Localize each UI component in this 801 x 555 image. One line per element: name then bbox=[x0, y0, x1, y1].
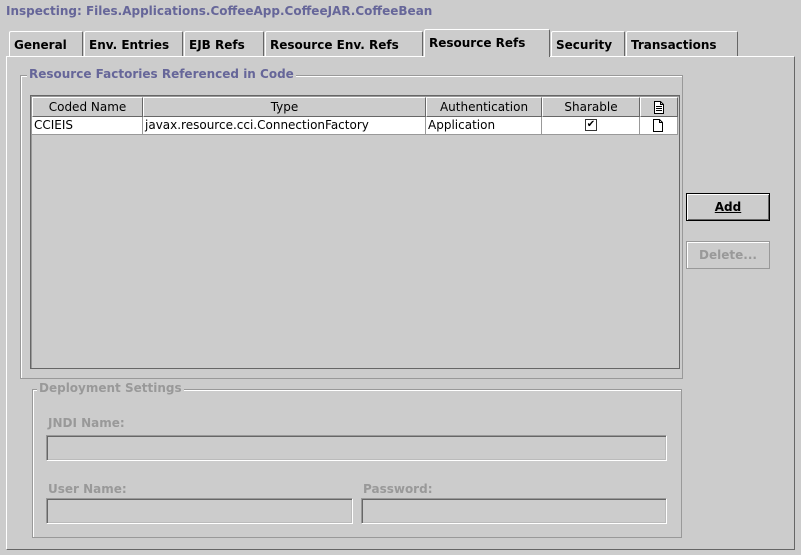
table-row[interactable]: CCIEIS javax.resource.cci.ConnectionFact… bbox=[32, 117, 678, 135]
delete-button-label: Delete... bbox=[699, 248, 757, 262]
tab-security[interactable]: Security bbox=[551, 31, 625, 56]
tab-resource-refs[interactable]: Resource Refs bbox=[424, 29, 550, 57]
resource-factories-title: Resource Factories Referenced in Code bbox=[27, 67, 296, 81]
sharable-checkbox[interactable]: ✔ bbox=[585, 119, 597, 131]
cell-sharable: ✔ bbox=[542, 117, 640, 135]
inspecting-path: Inspecting: Files.Applications.CoffeeApp… bbox=[6, 4, 433, 18]
password-label: Password: bbox=[363, 482, 433, 496]
tab-transactions[interactable]: Transactions bbox=[626, 31, 738, 56]
column-header-sharable[interactable]: Sharable bbox=[542, 97, 640, 117]
table-header: Coded Name Type Authentication Sharable bbox=[32, 97, 678, 117]
resource-refs-table[interactable]: Coded Name Type Authentication Sharable … bbox=[30, 95, 680, 369]
user-name-label: User Name: bbox=[48, 482, 127, 496]
tab-env-entries[interactable]: Env. Entries bbox=[84, 31, 183, 56]
column-header-document[interactable] bbox=[640, 97, 678, 117]
delete-button[interactable]: Delete... bbox=[686, 241, 770, 269]
cell-authentication[interactable]: Application bbox=[426, 117, 542, 135]
password-field[interactable] bbox=[361, 498, 667, 524]
column-header-coded-name[interactable]: Coded Name bbox=[32, 97, 143, 117]
jndi-name-label: JNDI Name: bbox=[48, 416, 125, 430]
deployment-settings-title: Deployment Settings bbox=[37, 381, 184, 395]
user-name-field[interactable] bbox=[46, 498, 353, 524]
tab-general[interactable]: General bbox=[9, 31, 83, 56]
column-header-authentication[interactable]: Authentication bbox=[426, 97, 542, 117]
table-body: CCIEIS javax.resource.cci.ConnectionFact… bbox=[32, 117, 678, 367]
cell-coded-name[interactable]: CCIEIS bbox=[32, 117, 143, 135]
tab-ejb-refs[interactable]: EJB Refs bbox=[184, 31, 264, 56]
cell-type[interactable]: javax.resource.cci.ConnectionFactory bbox=[143, 117, 426, 135]
cell-document[interactable] bbox=[640, 117, 678, 135]
column-header-type[interactable]: Type bbox=[143, 97, 426, 117]
add-button[interactable]: Add bbox=[686, 193, 770, 221]
tab-resource-env-refs[interactable]: Resource Env. Refs bbox=[265, 31, 423, 56]
document-icon bbox=[653, 119, 663, 132]
add-button-label: Add bbox=[714, 200, 742, 214]
document-icon bbox=[654, 101, 664, 114]
jndi-name-field[interactable] bbox=[46, 435, 667, 461]
